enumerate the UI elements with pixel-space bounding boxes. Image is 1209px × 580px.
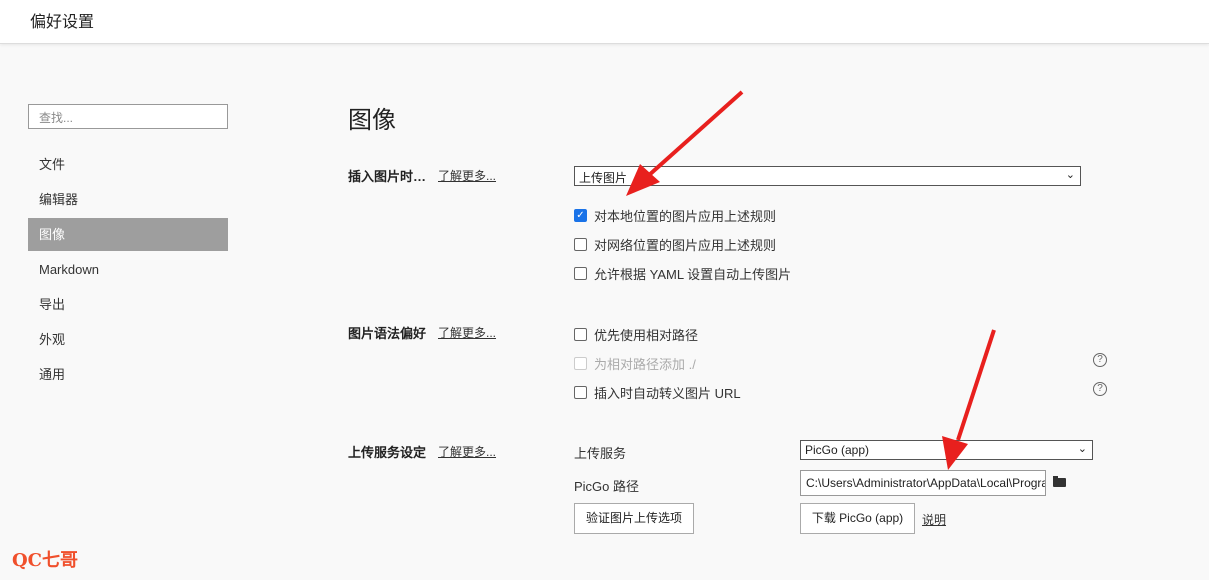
checkbox-label: 插入时自动转义图片 URL	[594, 383, 741, 402]
explain-link[interactable]: 说明	[922, 511, 946, 528]
sidebar-item-file[interactable]: 文件	[28, 148, 228, 181]
help-icon[interactable]: ?	[1093, 382, 1107, 396]
syntax-learn-more-link[interactable]: 了解更多...	[438, 324, 496, 341]
sidebar-item-image[interactable]: 图像	[28, 218, 228, 251]
checkbox-escape-url[interactable]: 插入时自动转义图片 URL	[574, 383, 741, 402]
checkbox-label: 允许根据 YAML 设置自动上传图片	[594, 264, 791, 283]
checkbox-network-images[interactable]: 对网络位置的图片应用上述规则	[574, 235, 776, 254]
checkbox-icon[interactable]	[574, 328, 587, 341]
upload-label: 上传服务设定	[348, 442, 426, 461]
select-value: PicGo (app)	[805, 443, 869, 457]
sidebar-nav: 文件 编辑器 图像 Markdown 导出 外观 通用	[28, 148, 228, 393]
chevron-down-icon: ⌄	[1078, 442, 1087, 455]
picgo-path-input[interactable]: C:\Users\Administrator\AppData\Local\Pro…	[800, 470, 1046, 496]
checkbox-icon[interactable]	[574, 386, 587, 399]
upload-service-label: 上传服务	[574, 443, 626, 462]
upload-learn-more-link[interactable]: 了解更多...	[438, 443, 496, 460]
checkbox-icon[interactable]	[574, 238, 587, 251]
insert-action-select[interactable]: 上传图片 ⌄	[574, 166, 1081, 186]
insert-learn-more-link[interactable]: 了解更多...	[438, 167, 496, 184]
checkbox-icon[interactable]	[574, 267, 587, 280]
help-icon[interactable]: ?	[1093, 353, 1107, 367]
search-input[interactable]: 查找...	[28, 104, 228, 129]
checkbox-label: 对本地位置的图片应用上述规则	[594, 206, 776, 225]
sidebar-item-appearance[interactable]: 外观	[28, 323, 228, 356]
checkbox-label: 优先使用相对路径	[594, 325, 698, 344]
checkbox-relative-path[interactable]: 优先使用相对路径	[574, 325, 698, 344]
checkbox-yaml-upload[interactable]: 允许根据 YAML 设置自动上传图片	[574, 264, 791, 283]
download-picgo-button[interactable]: 下载 PicGo (app)	[800, 503, 915, 534]
checkbox-label: 为相对路径添加 ./	[594, 354, 696, 373]
page-title: 图像	[348, 100, 396, 135]
upload-service-select[interactable]: PicGo (app) ⌄	[800, 440, 1093, 460]
picgo-path-label: PicGo 路径	[574, 476, 639, 495]
checkbox-icon	[574, 357, 587, 370]
sidebar-item-export[interactable]: 导出	[28, 288, 228, 321]
chevron-down-icon: ⌄	[1066, 168, 1075, 181]
watermark: QC七哥	[12, 546, 78, 572]
title-bar: 偏好设置	[0, 0, 1209, 44]
insert-label: 插入图片时…	[348, 166, 426, 185]
sidebar-item-editor[interactable]: 编辑器	[28, 183, 228, 216]
sidebar-item-general[interactable]: 通用	[28, 358, 228, 391]
checkbox-add-dot-slash: 为相对路径添加 ./	[574, 354, 696, 373]
checkbox-checked-icon[interactable]: ✓	[574, 209, 587, 222]
verify-upload-button[interactable]: 验证图片上传选项	[574, 503, 694, 534]
syntax-label: 图片语法偏好	[348, 323, 426, 342]
checkbox-label: 对网络位置的图片应用上述规则	[594, 235, 776, 254]
window-title: 偏好设置	[30, 8, 94, 32]
sidebar-item-markdown[interactable]: Markdown	[28, 253, 228, 286]
folder-icon[interactable]	[1053, 478, 1066, 487]
checkbox-local-images[interactable]: ✓ 对本地位置的图片应用上述规则	[574, 206, 776, 225]
select-value: 上传图片	[579, 171, 627, 185]
